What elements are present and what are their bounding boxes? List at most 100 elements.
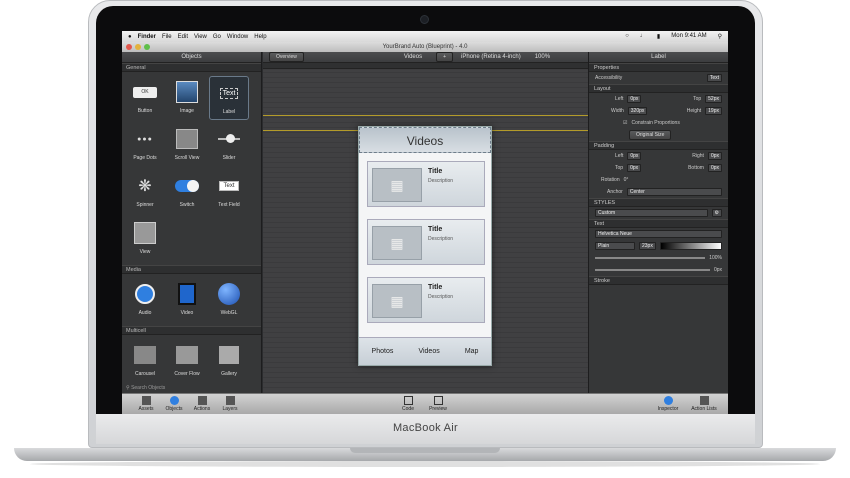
style-select[interactable]: Custom	[595, 209, 708, 217]
canvas-area: Overview Videos + iPhone (Retina 4-inch)…	[263, 52, 588, 393]
menu-window[interactable]: Window	[227, 34, 248, 40]
close-icon[interactable]	[126, 44, 132, 50]
search-icon[interactable]: ⚲	[718, 33, 722, 40]
list-item[interactable]: ▦ Title Description	[367, 219, 485, 265]
width-field[interactable]: 320px	[627, 107, 648, 115]
object-view[interactable]: View	[125, 217, 165, 261]
battery-icon[interactable]: ▮	[657, 33, 660, 40]
tab-map[interactable]: Map	[465, 348, 479, 355]
opacity-slider[interactable]	[595, 257, 706, 259]
object-video[interactable]: Video	[167, 278, 207, 322]
object-label[interactable]: Text Label	[209, 76, 249, 120]
weight-select[interactable]: Plain	[595, 242, 635, 250]
switch-icon	[175, 174, 199, 198]
phone-screen[interactable]: Videos ▦ Title Description ▦ Title Descr…	[358, 126, 492, 366]
tab-videos[interactable]: Videos	[418, 348, 439, 355]
preview-button[interactable]: Preview	[424, 396, 452, 412]
section-padding[interactable]: Padding	[589, 141, 728, 150]
tab-photos[interactable]: Photos	[372, 348, 394, 355]
menu-bar: ● Finder File Edit View Go Window Help ○…	[122, 31, 728, 42]
inspector-icon	[663, 396, 673, 405]
actions-button[interactable]: Actions	[188, 396, 216, 412]
object-slider[interactable]: Slider	[209, 123, 249, 167]
textfield-preview: Text	[219, 181, 239, 191]
section-styles: STYLES	[589, 198, 728, 207]
object-scroll-view[interactable]: Scroll View	[167, 123, 207, 167]
cover-flow-icon	[175, 343, 199, 367]
object-image[interactable]: Image	[167, 76, 207, 120]
object-carousel[interactable]: Carousel	[125, 339, 165, 383]
volume-icon[interactable]: ♩	[640, 33, 646, 40]
label-preview: Text	[219, 87, 239, 99]
device-selector[interactable]: iPhone (Retina 4-inch)	[461, 54, 521, 60]
apple-menu-icon[interactable]: ●	[128, 34, 132, 40]
height-field[interactable]: 19px	[705, 107, 722, 115]
overview-button[interactable]: Overview	[269, 52, 304, 62]
left-field[interactable]: 0px	[627, 95, 642, 103]
zoom-selector[interactable]: 100%	[535, 54, 550, 60]
menu-help[interactable]: Help	[254, 34, 266, 40]
section-layout[interactable]: Layout	[589, 84, 728, 93]
top-field[interactable]: 52px	[705, 95, 722, 103]
assets-button[interactable]: Assets	[132, 396, 160, 412]
anchor-select[interactable]: Center	[626, 188, 722, 196]
menu-view[interactable]: View	[194, 34, 207, 40]
zoom-icon[interactable]	[144, 44, 150, 50]
spacing-slider[interactable]	[595, 269, 710, 271]
laptop-chin: MacBook Air	[96, 414, 755, 444]
padding-right-field[interactable]: 0px	[707, 152, 722, 160]
objects-button[interactable]: Objects	[160, 396, 188, 412]
font-select[interactable]: Helvetica Neue	[595, 230, 722, 238]
original-size-button[interactable]: Original Size	[629, 130, 672, 140]
accessibility-select[interactable]: Text	[706, 74, 722, 82]
object-switch[interactable]: Switch	[167, 170, 207, 214]
opacity-value: 100%	[709, 255, 722, 261]
section-multicell: Multicell	[122, 326, 261, 335]
constrain-checkbox[interactable]: ☑	[623, 120, 627, 126]
minimize-icon[interactable]	[135, 44, 141, 50]
page-dots-icon: ●●●	[137, 135, 153, 143]
inspector-button[interactable]: Inspector	[654, 396, 682, 412]
menu-file[interactable]: File	[162, 34, 172, 40]
padding-bottom-field[interactable]: 0px	[707, 164, 722, 172]
selected-label[interactable]: Videos	[359, 127, 491, 153]
object-audio[interactable]: Audio	[125, 278, 165, 322]
object-spinner[interactable]: ❋ Spinner	[125, 170, 165, 214]
size-field[interactable]: 23px	[639, 242, 656, 250]
objects-panel-title: Objects	[122, 52, 261, 63]
padding-left-field[interactable]: 0px	[627, 152, 642, 160]
object-text-field[interactable]: Text Text Field	[209, 170, 249, 214]
section-properties[interactable]: Properties	[589, 63, 728, 72]
rotation-value[interactable]: 0°	[624, 177, 629, 183]
menu-go[interactable]: Go	[213, 34, 221, 40]
code-button[interactable]: Code	[394, 396, 422, 412]
object-gallery[interactable]: Gallery	[209, 339, 249, 383]
design-canvas[interactable]: Videos ▦ Title Description ▦ Title Descr…	[263, 70, 588, 393]
section-text[interactable]: Text	[589, 219, 728, 228]
film-icon: ▦	[372, 226, 422, 260]
video-icon	[175, 282, 199, 306]
object-page-dots[interactable]: ●●● Page Dots	[125, 123, 165, 167]
color-well[interactable]	[659, 242, 722, 250]
webgl-icon	[217, 282, 241, 306]
menu-clock[interactable]: Mon 9:41 AM	[671, 33, 706, 40]
gear-icon[interactable]: ⚙	[711, 209, 722, 217]
list-item[interactable]: ▦ Title Description	[367, 277, 485, 323]
padding-top-field[interactable]: 0px	[627, 164, 642, 172]
screen-selector[interactable]: Videos	[404, 54, 422, 60]
object-webgl[interactable]: WebGL	[209, 278, 249, 322]
menu-edit[interactable]: Edit	[178, 34, 188, 40]
accessibility-label: Accessibility	[595, 75, 623, 81]
action-lists-button[interactable]: Action Lists	[686, 396, 722, 412]
list-item[interactable]: ▦ Title Description	[367, 161, 485, 207]
wifi-icon[interactable]: ○	[625, 33, 629, 40]
object-cover-flow[interactable]: Cover Flow	[167, 339, 207, 383]
add-screen-icon[interactable]: +	[436, 52, 454, 62]
layers-button[interactable]: Layers	[216, 396, 244, 412]
spacing-value: 0px	[713, 267, 722, 273]
menu-app[interactable]: Finder	[138, 34, 156, 40]
search-objects-field[interactable]: ⚲ Search Objects	[126, 385, 165, 391]
section-stroke[interactable]: Stroke	[589, 276, 728, 285]
section-media: Media	[122, 265, 261, 274]
object-button[interactable]: OK Button	[125, 76, 165, 120]
